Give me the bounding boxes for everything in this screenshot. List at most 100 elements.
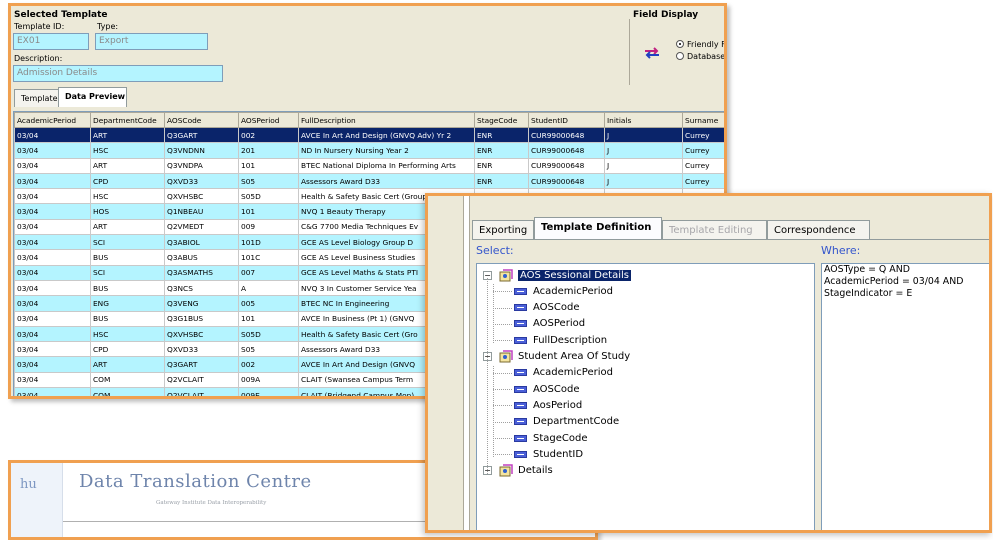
table-cell: COM [90,387,165,396]
field-icon [514,336,527,344]
table-cell: QXVHSBC [164,325,239,343]
table-cell: 03/04 [14,264,91,281]
tree-connector [493,438,512,439]
tab-correspondence[interactable]: Correspondence [767,220,870,240]
tree-node-label: AOSCode [533,383,580,395]
description-field[interactable]: Admission Details [13,65,223,82]
template-id-field[interactable]: EX01 [13,33,89,50]
table-cell: Q3GART [164,126,239,144]
tab-data-preview[interactable]: Data Preview [58,87,127,107]
table-cell: Q3ASMATHS [164,264,239,281]
tab-template-definition[interactable]: Template Definition [534,217,662,240]
table-row[interactable]: 03/04 ART Q3VNDPA 101 BTEC National Diploma … [14,157,724,174]
table-cell: Q3NCS [164,279,239,297]
tree-field-node[interactable]: AcademicPeriod [514,366,613,380]
table-cell: Q1NBEAU [164,203,239,220]
tab-template[interactable]: Template [14,89,59,107]
friendly-names-radio[interactable]: Friendly F [676,40,724,49]
table-cell: ART [90,126,165,144]
table-cell: 03/04 [14,249,91,266]
tab-template-editing: Template Editing [662,220,767,240]
where-line: StageIndicator = E [824,288,913,299]
table-icon [499,464,513,477]
tab-strip-line [472,239,989,240]
tree-field-node[interactable]: AcademicPeriod [514,284,613,298]
column-header[interactable]: StageCode [474,112,529,128]
where-line: AOSType = Q AND [824,264,910,275]
tree-connector [493,307,512,309]
table-cell: 002 [238,126,299,144]
field-icon [514,320,527,328]
database-names-radio[interactable]: Database [676,52,724,61]
table-cell: J [604,126,683,144]
table-cell: 03/04 [14,172,91,190]
table-row[interactable]: 03/04 ART Q3GART 002 AVCE In Art And Design … [14,126,724,144]
table-cell: 03/04 [14,387,91,396]
table-cell: CPD [90,172,165,190]
field-icon [514,304,527,312]
table-row[interactable]: 03/04 HSC Q3VNDNN 201 ND In Nursery Nursing … [14,142,724,159]
tree-field-node[interactable]: StudentID [514,447,583,461]
swap-arrows-icon[interactable] [643,47,661,59]
tree-connector [493,421,512,423]
tree-table-node[interactable]: AOS Sessional Details [499,268,631,282]
table-cell: Q2VCLAIT [164,371,239,389]
table-cell: 03/04 [14,234,91,251]
tree-field-node[interactable]: AOSPeriod [514,317,585,331]
type-field[interactable]: Export [95,33,208,50]
field-selection-tree[interactable]: − AOS Sessional Details AcademicPeriod AOSC… [476,263,815,530]
table-cell: HSC [90,188,165,205]
column-header[interactable]: Surname [682,112,724,128]
column-header[interactable]: AOSPeriod [238,112,299,128]
tree-node-label: StageCode [533,432,588,444]
table-cell: 03/04 [14,356,91,373]
tree-connector [493,340,512,342]
table-row[interactable]: 03/04 CPD QXVD33 S05 Assessors Award D33 ENR C… [14,172,724,190]
tree-connector [493,323,512,325]
table-cell: ENG [90,295,165,312]
table-cell: HSC [90,325,165,343]
where-clause-box[interactable]: AOSType = Q AND AcademicPeriod = 03/04 A… [821,263,989,530]
tab-exporting[interactable]: Exporting [472,220,534,240]
selected-template-group-title: Selected Template [14,10,108,20]
column-header[interactable]: AcademicPeriod [14,112,91,128]
table-cell: HSC [90,142,165,159]
table-cell: SCI [90,264,165,281]
table-cell: 002 [238,356,299,373]
table-icon [499,268,513,281]
table-cell: QXVD33 [164,172,239,190]
tree-field-node[interactable]: StageCode [514,431,588,445]
tree-field-node[interactable]: FullDescription [514,333,607,347]
tree-field-node[interactable]: DepartmentCode [514,415,619,429]
table-cell: Q3VNDPA [164,157,239,174]
table-cell: 03/04 [14,310,91,327]
tree-field-node[interactable]: AosPeriod [514,398,582,412]
tree-node-label: FullDescription [533,334,608,346]
column-header[interactable]: FullDescription [298,112,475,128]
table-cell: COM [90,371,165,389]
tree-connector [493,389,512,391]
tree-node-label: StudentID [533,448,584,460]
table-cell: Assessors Award D33 [298,172,475,190]
where-line: AcademicPeriod = 03/04 AND [824,276,964,287]
field-display-title: Field Display [633,10,699,20]
select-label: Select: [476,244,514,257]
table-cell: S05D [238,188,299,205]
radio-selected-icon [676,40,684,48]
table-cell: AVCE In Art And Design (GNVQ Adv) Yr 2 [298,126,475,144]
table-cell: BTEC National Diploma In Performing Arts [298,157,475,174]
tree-table-node[interactable]: Details [499,464,553,478]
table-cell: Currey [682,157,724,174]
column-header[interactable]: Initials [604,112,683,128]
tree-table-node[interactable]: Student Area Of Study [499,350,630,364]
table-cell: S05 [238,172,299,190]
tree-node-label: AOS Sessional Details [518,269,631,281]
column-header[interactable]: AOSCode [164,112,239,128]
tree-field-node[interactable]: AOSCode [514,382,579,396]
tree-node-label: Details [518,465,553,477]
column-header[interactable]: StudentID [528,112,605,128]
left-pane-scroll-edge [464,196,470,530]
column-header[interactable]: DepartmentCode [90,112,165,128]
tree-field-node[interactable]: AOSCode [514,301,579,315]
table-cell: 009 [238,218,299,236]
